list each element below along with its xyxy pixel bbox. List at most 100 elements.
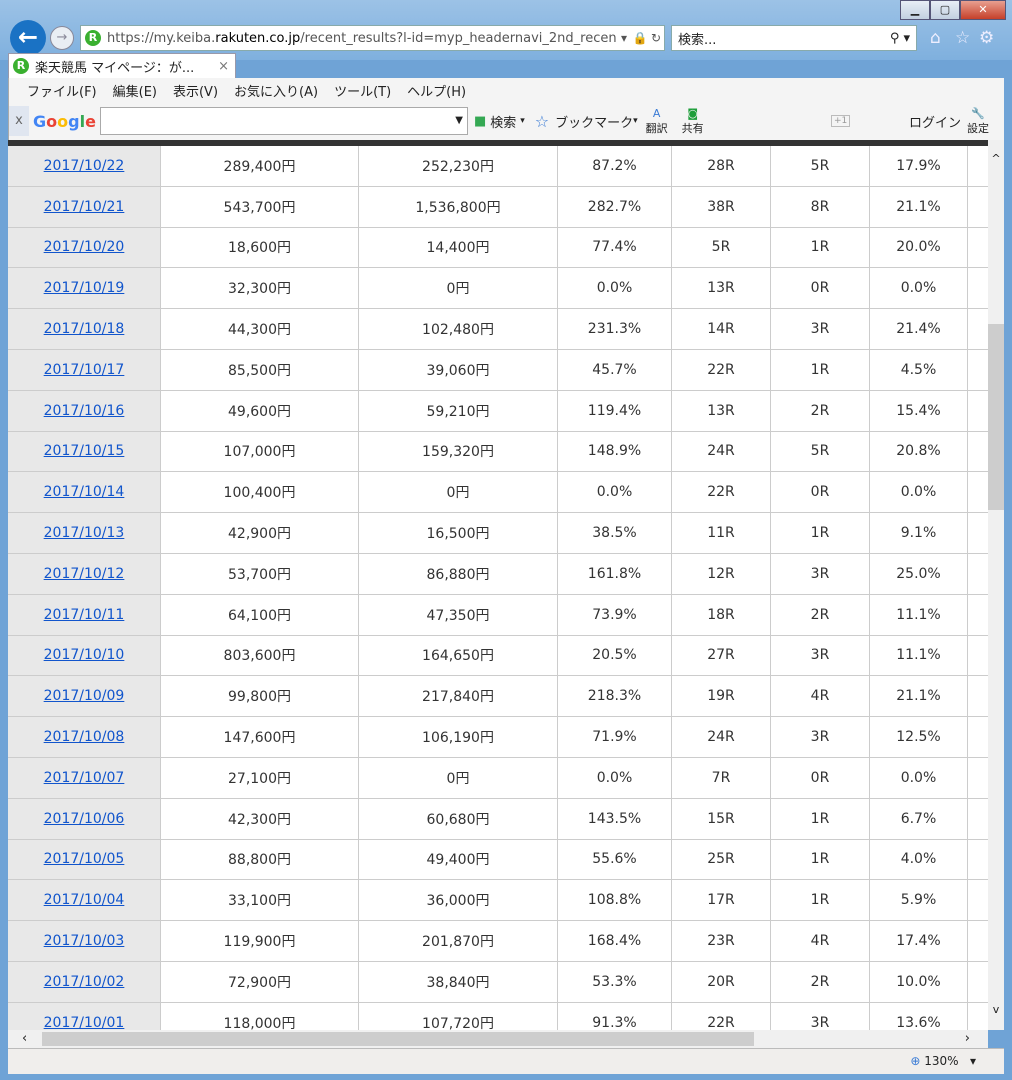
date-link[interactable]: 2017/10/12 [44,566,125,582]
menu-file[interactable]: ファイル(F) [27,81,97,100]
gear-icon[interactable]: ⚙ [979,28,994,48]
search-box[interactable]: 検索... ⚲ ▾ [671,25,917,51]
date-link[interactable]: 2017/10/01 [44,1015,125,1030]
hits-cell: 1R [771,839,870,880]
races-cell: 27R [672,635,771,676]
date-link[interactable]: 2017/10/14 [44,484,125,500]
date-link[interactable]: 2017/10/15 [44,443,125,459]
menu-tools[interactable]: ツール(T) [334,81,391,100]
vertical-scrollbar[interactable]: ^ v [988,140,1004,1030]
dropdown-icon[interactable]: ▾ [616,31,632,45]
menu-help[interactable]: ヘルプ(H) [407,81,466,100]
hits-cell: 2R [771,961,870,1002]
date-cell: 2017/10/02 [8,961,161,1002]
date-link[interactable]: 2017/10/08 [44,729,125,745]
date-link[interactable]: 2017/10/13 [44,525,125,541]
date-link[interactable]: 2017/10/17 [44,362,125,378]
scroll-left-icon[interactable]: ‹ [22,1031,27,1046]
google-search-input[interactable]: ▼ [99,107,468,135]
scroll-down-icon[interactable]: v [988,1003,1004,1016]
zoom-icon: ⊕ [910,1054,921,1068]
races-cell: 28R [672,146,771,186]
close-button[interactable]: ✕ [960,0,1006,20]
menu-view[interactable]: 表示(V) [173,81,218,100]
tab-close-icon[interactable]: × [218,59,229,74]
return-rate-cell: 53.3% [558,961,672,1002]
races-cell: 14R [672,309,771,349]
google-search-button[interactable]: 検索 [490,112,516,131]
hits-cell: 4R [771,676,870,717]
table-row: 2017/10/16 49,600円 59,210円 119.4% 13R 2R 15.4% [8,390,988,432]
search-icon[interactable]: ⚲ ▾ [890,31,910,46]
favorites-star-icon[interactable]: ☆ [955,28,970,48]
races-cell: 18R [672,594,771,635]
payout-cell: 38,840円 [359,961,558,1002]
date-link[interactable]: 2017/10/20 [44,239,125,255]
payout-cell: 1,536,800円 [359,186,558,227]
date-link[interactable]: 2017/10/10 [44,647,125,663]
date-link[interactable]: 2017/10/18 [44,321,125,337]
date-link[interactable]: 2017/10/07 [44,770,125,786]
back-button[interactable]: ← [10,20,46,56]
translate-button[interactable]: A 翻訳 [646,107,668,136]
date-link[interactable]: 2017/10/03 [44,933,125,949]
date-link[interactable]: 2017/10/22 [44,158,125,174]
vertical-scroll-thumb[interactable] [988,324,1004,510]
hit-rate-cell: 0.0% [870,472,968,513]
scroll-up-icon[interactable]: ^ [988,152,1004,165]
bet-amount-cell: 72,900円 [161,961,359,1002]
date-link[interactable]: 2017/10/06 [44,811,125,827]
date-cell: 2017/10/18 [8,309,161,349]
share-button[interactable]: ◙ 共有 [682,107,704,136]
zoom-control[interactable]: ⊕ 130% ▾ [910,1054,976,1068]
date-link[interactable]: 2017/10/19 [44,280,125,296]
login-button[interactable]: ログイン [909,112,961,131]
date-cell: 2017/10/15 [8,431,161,472]
return-rate-cell: 38.5% [558,513,672,553]
menu-favorites[interactable]: お気に入り(A) [234,81,318,100]
bet-amount-cell: 49,600円 [161,390,359,431]
bookmark-button[interactable]: ブックマーク [555,112,633,131]
menu-edit[interactable]: 編集(E) [113,81,157,100]
table-row: 2017/10/02 72,900円 38,840円 53.3% 20R 2R 10.0% [8,961,988,1003]
return-rate-cell: 87.2% [558,146,672,186]
bet-amount-cell: 118,000円 [161,1002,359,1030]
hit-rate-cell: 4.5% [870,349,968,390]
date-link[interactable]: 2017/10/09 [44,688,125,704]
gplus-button[interactable]: +1 [831,115,851,127]
url-text[interactable]: https://my.keiba.rakuten.co.jp/recent_re… [107,31,616,46]
horizontal-scroll-thumb[interactable] [42,1032,754,1046]
date-link[interactable]: 2017/10/16 [44,403,125,419]
hit-rate-cell: 4.0% [870,839,968,880]
date-link[interactable]: 2017/10/02 [44,974,125,990]
payout-cell: 86,880円 [359,553,558,594]
bet-amount-cell: 44,300円 [161,309,359,349]
bet-amount-cell: 107,000円 [161,431,359,472]
address-bar[interactable]: R https://my.keiba.rakuten.co.jp/recent_… [80,25,665,51]
date-cell: 2017/10/14 [8,472,161,513]
scroll-right-icon[interactable]: › [965,1031,970,1046]
return-rate-cell: 143.5% [558,798,672,839]
hit-rate-cell: 11.1% [870,594,968,635]
return-rate-cell: 55.6% [558,839,672,880]
maximize-button[interactable]: ▢ [930,0,960,20]
date-link[interactable]: 2017/10/21 [44,199,125,215]
hit-rate-cell: 21.1% [870,676,968,717]
lock-icon[interactable]: 🔒 [632,31,648,45]
date-link[interactable]: 2017/10/04 [44,892,125,908]
date-link[interactable]: 2017/10/11 [44,607,125,623]
tab-active[interactable]: R 楽天競馬 マイページ：が... × [8,53,236,78]
forward-button[interactable]: → [50,26,74,50]
payout-cell: 47,350円 [359,594,558,635]
refresh-icon[interactable]: ↻ [648,31,664,45]
date-link[interactable]: 2017/10/05 [44,851,125,867]
settings-button[interactable]: 🔧 設定 [967,107,989,136]
home-icon[interactable]: ⌂ [930,28,941,48]
close-toolbar-icon[interactable]: x [9,106,29,136]
hits-cell: 2R [771,594,870,635]
table-row: 2017/10/21 543,700円 1,536,800円 282.7% 38R 8R 2… [8,186,988,228]
horizontal-scrollbar[interactable]: ‹ › [8,1030,988,1048]
google-search-icon: ■ [473,113,487,129]
minimize-button[interactable]: ▁ [900,0,930,20]
hit-rate-cell: 17.4% [870,921,968,961]
